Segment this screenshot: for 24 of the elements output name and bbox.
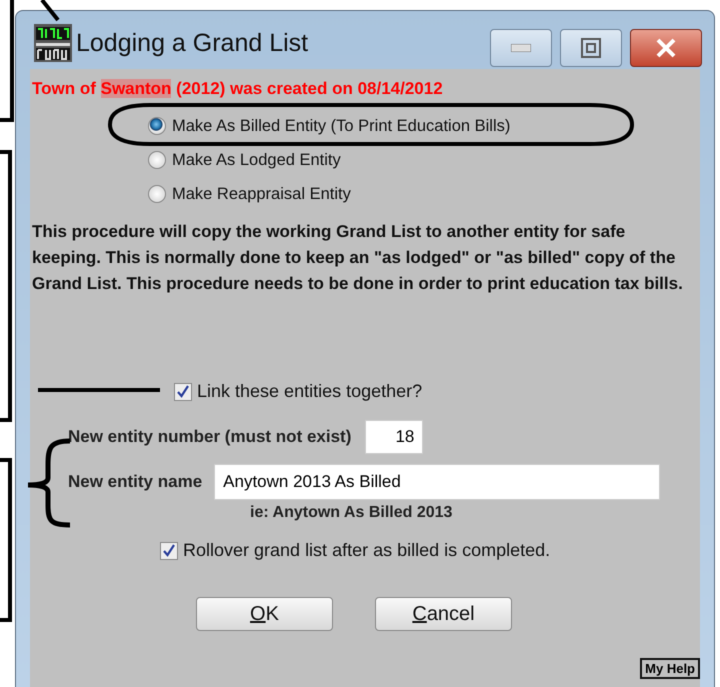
window-title: Lodging a Grand List [76, 28, 308, 58]
maximize-icon [581, 38, 601, 58]
link-checkbox[interactable]: Link these entities together? [174, 381, 422, 402]
help-button[interactable]: My Help [640, 658, 700, 679]
radio-option[interactable]: Make Reappraisal Entity [148, 183, 351, 205]
description-text: This procedure will copy the working Grand List to another entity for safe keeping. This is normally done to keep an "as lodged" or "as billed" copy of the Grand List. This procedure needs to be done in order to print education tax bills. [32, 221, 684, 295]
check-icon [163, 544, 175, 557]
app-logo-icon [34, 24, 72, 62]
close-button[interactable] [630, 29, 702, 67]
entity-name-field[interactable]: Anytown 2013 As Billed [214, 464, 660, 500]
radio-option[interactable]: Make As Lodged Entity [148, 149, 341, 171]
minimize-icon [511, 44, 531, 52]
close-icon [655, 38, 677, 58]
maximize-button[interactable] [560, 29, 622, 67]
dialog-button[interactable]: OK [196, 597, 333, 631]
status-message: Town of Swanton (2012) was created on 08/14/2012 [32, 79, 444, 99]
rollover-checkbox[interactable]: Rollover grand list after as billed is completed. [160, 540, 550, 561]
entity-number-field[interactable]: 18 [365, 420, 424, 454]
check-icon [177, 385, 189, 398]
minimize-button[interactable] [490, 29, 552, 67]
hint-text: ie: Anytown As Billed 2013 [250, 504, 454, 522]
field-label: New entity number (must not exist) [68, 427, 352, 447]
dialog-button[interactable]: Cancel [375, 597, 512, 631]
field-label: New entity name [68, 472, 202, 492]
